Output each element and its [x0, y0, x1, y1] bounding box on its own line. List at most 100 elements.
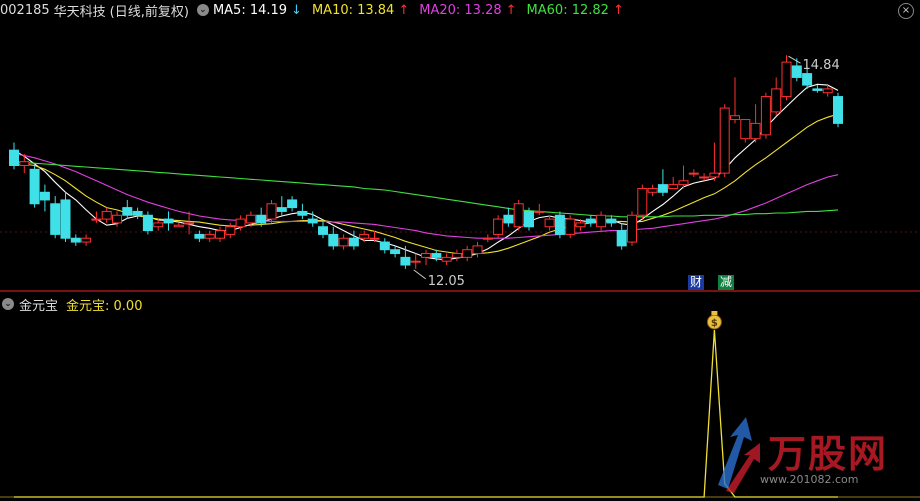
candle-body	[297, 210, 308, 216]
candle-body	[276, 207, 287, 212]
indicator-settings-circle-icon[interactable]: ⌄	[2, 298, 14, 310]
candle-body	[359, 233, 370, 239]
candle-body	[482, 237, 493, 240]
candle	[328, 226, 339, 250]
reduce-holding-badge[interactable]: 减	[718, 275, 735, 290]
candle-body	[596, 214, 607, 228]
candle	[740, 119, 751, 143]
candle-body	[328, 233, 339, 247]
candle-body	[245, 214, 256, 224]
candle	[348, 230, 359, 250]
candle-body	[307, 218, 318, 224]
candle	[451, 249, 462, 262]
candle	[585, 215, 596, 227]
close-icon[interactable]: ×	[898, 3, 914, 19]
candle-body	[225, 226, 236, 235]
candle	[709, 142, 720, 181]
candle-body	[585, 218, 596, 224]
candle	[338, 234, 349, 250]
candle	[760, 92, 771, 139]
candle-body	[616, 230, 627, 247]
candle	[544, 215, 555, 231]
candle-body	[688, 172, 699, 175]
candle-body	[379, 241, 390, 251]
candle	[19, 154, 30, 174]
candle-body	[524, 210, 534, 228]
candle	[132, 207, 143, 220]
candle	[441, 253, 452, 266]
stock-name: 华天科技	[53, 4, 106, 20]
candle-body	[791, 65, 802, 78]
candle-body	[9, 149, 19, 166]
watermark: 万股网 www.201082.com	[708, 415, 898, 495]
candle-body	[719, 107, 730, 174]
candle-body	[19, 161, 30, 166]
candle	[276, 196, 287, 216]
candle	[60, 192, 71, 243]
ma60-label: MA60: 12.82	[526, 2, 609, 18]
candle	[606, 215, 617, 227]
candle-body	[204, 233, 215, 239]
candle-body	[781, 61, 792, 98]
candle	[379, 238, 390, 254]
watermark-url: www.201082.com	[760, 473, 859, 486]
candle	[719, 104, 730, 177]
candle-body	[822, 88, 833, 94]
candle	[791, 58, 802, 82]
candle-body	[318, 226, 328, 235]
candle	[122, 199, 133, 220]
candle-body	[709, 172, 720, 178]
candle	[297, 203, 308, 220]
candle-body	[91, 218, 102, 221]
candle	[657, 169, 668, 197]
candle	[627, 211, 637, 246]
candle-body	[81, 237, 92, 243]
candle	[400, 245, 411, 269]
ma5-label: MA5: 14.19	[212, 2, 288, 18]
candle	[266, 199, 277, 223]
ma20-arrow-icon: ↑	[505, 2, 517, 18]
candle-body	[657, 184, 668, 193]
candle-body	[833, 96, 843, 124]
finance-badge[interactable]: 财	[688, 275, 705, 290]
candle	[565, 215, 576, 239]
candle-body	[70, 237, 81, 243]
candle	[771, 77, 782, 116]
candle	[173, 222, 184, 228]
candle-body	[348, 237, 359, 247]
candle	[9, 142, 19, 170]
candle-body	[647, 187, 658, 193]
settings-circle-icon[interactable]: ⌄	[196, 4, 209, 16]
candle-body	[29, 168, 40, 205]
candle-body	[493, 218, 504, 235]
candle-body	[802, 73, 813, 86]
candle-body	[812, 88, 823, 91]
candle-body	[39, 191, 50, 201]
candle	[29, 165, 40, 208]
candle-body	[132, 210, 143, 216]
candle	[812, 85, 823, 93]
candle-body	[760, 96, 771, 136]
candle-body	[451, 253, 462, 258]
candle-body	[534, 210, 545, 213]
candle-body	[338, 237, 349, 247]
candle	[287, 196, 298, 212]
candle-body	[513, 203, 524, 228]
candle-body	[431, 253, 442, 258]
candle-body	[462, 249, 473, 258]
stock-code: 002185	[0, 2, 50, 18]
candle	[730, 77, 740, 124]
candle-body	[441, 256, 452, 262]
candle	[596, 211, 607, 231]
candle-body	[544, 218, 555, 228]
candle-body	[400, 256, 411, 266]
candle	[524, 207, 534, 231]
candle	[142, 211, 153, 235]
candle	[513, 199, 524, 231]
candle-body	[60, 199, 71, 239]
candle	[81, 234, 92, 246]
price-chart-header: 002185 华天科技 (日线,前复权) ⌄ MA5: 14.19 ↓ MA10…	[0, 0, 634, 20]
candle	[70, 234, 81, 246]
candle-body	[194, 233, 205, 239]
ma20-label: MA20: 13.28	[419, 2, 502, 18]
